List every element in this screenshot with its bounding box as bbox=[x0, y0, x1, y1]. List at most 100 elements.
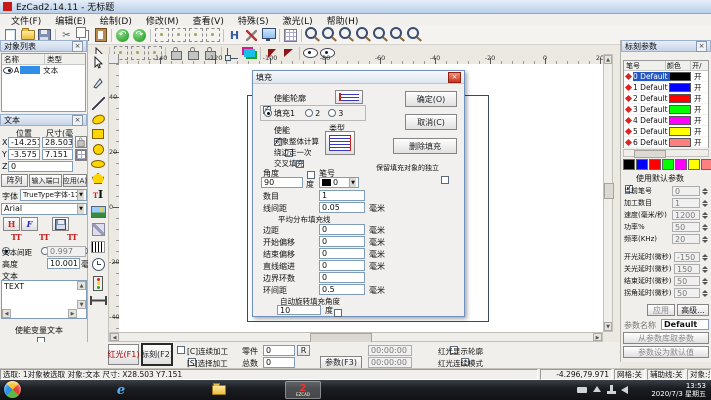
scroll-down-icon[interactable]: ▼ bbox=[604, 322, 612, 331]
taskbar-ie-button[interactable]: e bbox=[108, 381, 134, 399]
paste-icon[interactable] bbox=[92, 28, 109, 43]
scroll-right-icon[interactable]: ▶ bbox=[593, 333, 602, 341]
power-input[interactable]: 50 bbox=[672, 222, 700, 232]
close-icon[interactable]: × bbox=[696, 41, 707, 52]
part-input[interactable]: 0 bbox=[263, 345, 295, 356]
hatch3-radio[interactable] bbox=[328, 109, 336, 117]
object-list-header[interactable]: 对象列表 × bbox=[0, 40, 87, 52]
node-edit-tool[interactable] bbox=[92, 77, 104, 92]
spinner[interactable] bbox=[702, 252, 710, 262]
line-space-input[interactable]: 0.05 bbox=[319, 202, 365, 213]
y-position-input[interactable]: -3.575 bbox=[8, 149, 40, 160]
menu-laser[interactable]: 激光(L) bbox=[276, 14, 320, 27]
scroll-down-icon[interactable]: ▼ bbox=[77, 300, 86, 309]
start-offset-input[interactable]: 0 bbox=[319, 236, 365, 247]
col-color[interactable]: 颜色 bbox=[666, 61, 691, 70]
bitmap-tool[interactable] bbox=[91, 206, 106, 218]
visibility-eye-icon[interactable] bbox=[3, 67, 13, 74]
mark-preview-1-icon[interactable] bbox=[153, 28, 170, 43]
spinner[interactable] bbox=[702, 210, 710, 220]
scroll-left-icon[interactable]: ◀ bbox=[110, 333, 119, 341]
spinner[interactable] bbox=[702, 276, 710, 286]
mark-button[interactable]: 标刻(F2) bbox=[141, 343, 173, 366]
tray-volume-icon[interactable] bbox=[621, 386, 628, 394]
reset-part-button[interactable]: R bbox=[297, 345, 310, 356]
font-name-select[interactable]: Arial▼ bbox=[1, 203, 87, 215]
input-port-button[interactable]: 输入端口 bbox=[29, 174, 62, 187]
set-default-button[interactable]: 参数设为默认值 bbox=[623, 346, 709, 358]
y-size-input[interactable]: 7.151 bbox=[42, 149, 73, 160]
hatch2-radio[interactable] bbox=[305, 109, 313, 117]
pen-row[interactable]: 3 Default开 bbox=[624, 104, 708, 115]
status-guides[interactable]: 辅助线:关 bbox=[647, 369, 685, 380]
laser-on-delay-input[interactable]: -150 bbox=[674, 252, 700, 262]
text-tool[interactable]: TI bbox=[93, 189, 103, 201]
curve-tool[interactable] bbox=[91, 114, 106, 126]
height-input[interactable]: 10.001 bbox=[47, 258, 80, 269]
x-position-input[interactable]: -14.251 bbox=[8, 137, 40, 148]
pen-row[interactable]: 6 Default开 bbox=[624, 137, 708, 148]
font-type-select[interactable]: TrueType字体-17(▼ bbox=[20, 189, 87, 201]
line-reduce-input[interactable]: 0 bbox=[319, 260, 365, 271]
canvas-vscrollbar[interactable]: ▲ ▼ bbox=[603, 54, 613, 332]
tools-icon[interactable] bbox=[243, 28, 260, 43]
speed-input[interactable]: 1200 bbox=[672, 210, 700, 220]
spinner[interactable] bbox=[702, 288, 710, 298]
color-swatch[interactable] bbox=[623, 159, 635, 170]
rectangle-tool[interactable] bbox=[92, 129, 104, 139]
char-space-input[interactable]: 0.997 bbox=[47, 246, 86, 257]
laser-off-delay-input[interactable]: 150 bbox=[674, 264, 700, 274]
end-offset-input[interactable]: 0 bbox=[319, 248, 365, 259]
menu-draw[interactable]: 绘制(D) bbox=[93, 14, 139, 27]
pen-row[interactable]: 4 Default开 bbox=[624, 115, 708, 126]
marking-panel-header[interactable]: 标刻参数 × bbox=[621, 40, 711, 52]
tray-network-icon[interactable] bbox=[607, 385, 616, 394]
advanced-button[interactable]: 高级... bbox=[677, 304, 709, 316]
zoom-all-icon[interactable] bbox=[372, 28, 389, 43]
pen-grid-icon[interactable] bbox=[282, 28, 299, 43]
taskbar-ezcad-button[interactable]: 2 EZCAD bbox=[285, 381, 321, 399]
bold-button[interactable]: H bbox=[3, 217, 20, 231]
pen-row[interactable]: 1 Default开 bbox=[624, 82, 708, 93]
tray-expand-icon[interactable] bbox=[593, 386, 601, 392]
corner-delay-input[interactable]: 50 bbox=[674, 288, 700, 298]
canvas-hscrollbar[interactable]: ◀ ▶ bbox=[109, 332, 603, 342]
mark-preview-3-icon[interactable] bbox=[187, 28, 204, 43]
menu-view[interactable]: 查看(V) bbox=[186, 14, 231, 27]
cancel-button[interactable]: 取消(C) bbox=[405, 114, 457, 130]
taskbar-folder-button[interactable] bbox=[206, 381, 232, 399]
vscroll-thumb[interactable] bbox=[604, 183, 614, 199]
redo-icon[interactable]: ↷ bbox=[131, 28, 148, 43]
scroll-up-icon[interactable]: ▲ bbox=[604, 55, 612, 64]
close-icon[interactable]: × bbox=[72, 41, 83, 52]
frequency-input[interactable]: 20 bbox=[672, 234, 700, 244]
spinner[interactable] bbox=[702, 222, 710, 232]
menu-file[interactable]: 文件(F) bbox=[4, 14, 48, 27]
spinner[interactable] bbox=[702, 186, 710, 196]
hscroll-thumb[interactable] bbox=[634, 150, 666, 158]
cross-hatch-checkbox[interactable] bbox=[307, 171, 315, 179]
hatch1-radio[interactable] bbox=[264, 109, 272, 117]
color-swatch[interactable] bbox=[662, 159, 674, 170]
scroll-right-icon[interactable]: ▶ bbox=[68, 309, 77, 318]
line-tool[interactable] bbox=[92, 97, 105, 110]
circle-tool[interactable] bbox=[93, 144, 104, 155]
color-swatch[interactable] bbox=[688, 159, 700, 170]
scroll-up-icon[interactable]: ▲ bbox=[77, 281, 86, 290]
ok-button[interactable]: 确定(O) bbox=[405, 91, 457, 107]
pen-select[interactable]: 0▼ bbox=[319, 177, 359, 188]
polygon-tool[interactable] bbox=[92, 173, 104, 184]
z-position-input[interactable]: 0 bbox=[8, 161, 73, 172]
hatch-type-button[interactable] bbox=[325, 131, 355, 155]
undo-icon[interactable]: ↶ bbox=[114, 28, 131, 43]
system-settings-icon[interactable] bbox=[260, 28, 277, 43]
zoom-pointer-icon[interactable] bbox=[304, 28, 321, 43]
angle-input[interactable]: 90 bbox=[261, 177, 303, 188]
menu-edit[interactable]: 编辑(E) bbox=[48, 14, 93, 27]
from-library-button[interactable]: 从参数库取参数 bbox=[623, 332, 709, 344]
process-count-input[interactable]: 1 bbox=[672, 198, 700, 208]
chevron-down-icon[interactable]: ▼ bbox=[77, 190, 84, 200]
apply-button[interactable]: 应用(A) bbox=[63, 174, 87, 187]
col-pen[interactable]: 笔号 bbox=[624, 61, 666, 70]
chevron-down-icon[interactable]: ▼ bbox=[77, 204, 84, 214]
